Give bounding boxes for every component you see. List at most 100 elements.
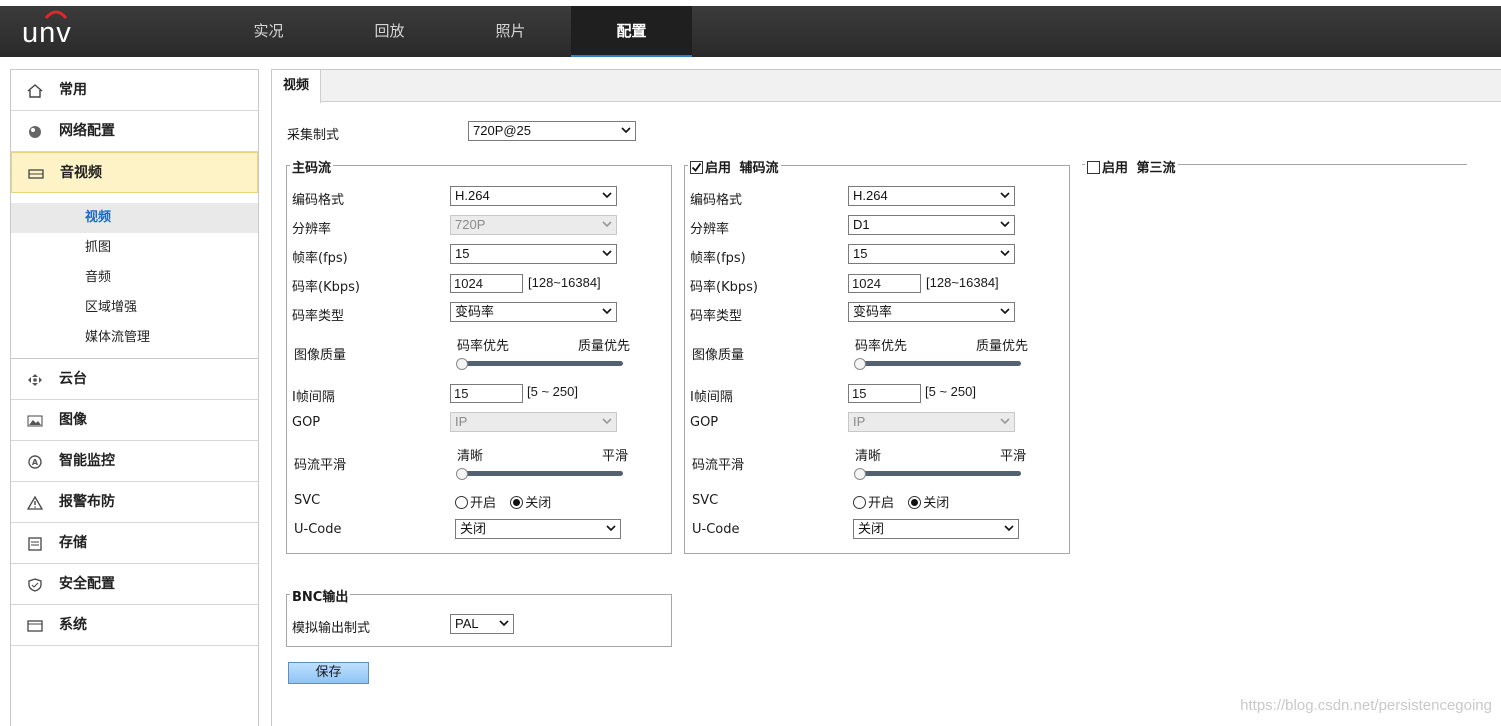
main-ucode-value: 关闭 xyxy=(460,521,487,536)
main-fps-value: 15 xyxy=(455,246,470,261)
sub-ucode-label: U-Code xyxy=(692,522,740,537)
sub-smooth-right-label: 平滑 xyxy=(1000,449,1027,464)
content-panel: 视频 采集制式 720P@25 主码流 编码格式 H.264 分辨率 720P … xyxy=(271,69,1501,726)
main-iframe-label: I帧间隔 xyxy=(292,390,335,405)
warning-icon xyxy=(27,496,43,510)
main-svc-off-radio[interactable] xyxy=(510,496,524,509)
tab-video[interactable]: 视频 xyxy=(272,70,321,103)
sub-gop-select[interactable]: IP xyxy=(848,412,1015,432)
main-codec-select[interactable]: H.264 xyxy=(450,186,617,206)
save-button[interactable]: 保存 xyxy=(288,662,369,684)
top-bar: unv 实况 回放 照片 配置 xyxy=(0,6,1501,57)
sub-stream-enable-checkbox[interactable] xyxy=(690,161,703,174)
main-svc-label: SVC xyxy=(294,493,321,508)
capture-mode-select[interactable]: 720P@25 xyxy=(468,121,636,141)
sub-fps-label: 帧率(fps) xyxy=(690,251,746,266)
sub-quality-left-label: 码率优先 xyxy=(855,339,908,354)
sidebar-subitem-snapshot[interactable]: 抓图 xyxy=(11,233,258,263)
main-fps-select[interactable]: 15 xyxy=(450,244,617,264)
sub-iframe-input[interactable]: 15 xyxy=(848,384,921,403)
sub-fps-select[interactable]: 15 xyxy=(848,244,1015,264)
nav-tab-live[interactable]: 实况 xyxy=(208,6,329,57)
sidebar-item-common[interactable]: 常用 xyxy=(11,70,258,111)
sub-smooth-slider[interactable] xyxy=(857,471,1021,476)
sidebar-item-audio-video[interactable]: 音视频 xyxy=(11,152,258,193)
sub-iframe-label: I帧间隔 xyxy=(690,390,733,405)
main-gop-select[interactable]: IP xyxy=(450,412,617,432)
sub-bitrate-hint: [128~16384] xyxy=(926,275,999,290)
main-smooth-slider-handle[interactable] xyxy=(456,468,468,480)
main-bitrate-hint: [128~16384] xyxy=(528,275,601,290)
sub-svc-off-radio[interactable] xyxy=(908,496,922,509)
main-resolution-select[interactable]: 720P xyxy=(450,215,617,235)
sidebar-item-ptz[interactable]: 云台 xyxy=(11,359,258,400)
sub-svc-on-radio[interactable] xyxy=(853,496,866,509)
main-quality-label: 图像质量 xyxy=(294,348,347,363)
sub-codec-select[interactable]: H.264 xyxy=(848,186,1015,206)
sub-fps-value: 15 xyxy=(853,246,868,261)
sub-resolution-select[interactable]: D1 xyxy=(848,215,1015,235)
chevron-down-icon xyxy=(606,525,616,532)
chevron-down-icon xyxy=(602,192,612,199)
sidebar-subitem-audio[interactable]: 音频 xyxy=(11,263,258,293)
sub-smooth-slider-handle[interactable] xyxy=(854,468,866,480)
main-quality-slider[interactable] xyxy=(459,361,623,366)
chevron-down-icon xyxy=(602,250,612,257)
main-codec-value: H.264 xyxy=(455,188,490,203)
sidebar-item-image[interactable]: 图像 xyxy=(11,400,258,441)
third-stream-enable-label: 启用 xyxy=(1102,161,1129,176)
main-bitrate-type-label: 码率类型 xyxy=(292,309,345,324)
sidebar-subitem-video[interactable]: 视频 xyxy=(11,203,258,233)
sub-stream-title: 辅码流 xyxy=(739,161,779,176)
svg-text:A: A xyxy=(32,458,39,467)
chevron-down-icon xyxy=(602,418,612,425)
main-stream-legend: 主码流 xyxy=(290,157,334,176)
bnc-mode-label: 模拟输出制式 xyxy=(292,621,371,636)
sub-resolution-value: D1 xyxy=(853,217,870,232)
sub-svc-radio-group: 开启 关闭 xyxy=(853,492,949,511)
third-stream-enable-checkbox[interactable] xyxy=(1087,161,1100,174)
video-icon xyxy=(28,169,44,179)
chevron-down-icon xyxy=(602,221,612,228)
main-smooth-right-label: 平滑 xyxy=(602,449,629,464)
sidebar-item-network[interactable]: 网络配置 xyxy=(11,111,258,152)
main-gop-label: GOP xyxy=(292,415,321,430)
main-smooth-left-label: 清晰 xyxy=(457,449,484,464)
sidebar-item-smart[interactable]: A 智能监控 xyxy=(11,441,258,482)
sub-quality-slider-handle[interactable] xyxy=(854,358,866,370)
chevron-down-icon xyxy=(499,620,509,627)
third-stream-legend: 启用 第三流 xyxy=(1085,157,1178,176)
system-icon xyxy=(27,620,43,632)
main-codec-label: 编码格式 xyxy=(292,193,345,208)
main-bitrate-type-select[interactable]: 变码率 xyxy=(450,302,617,322)
sidebar-submenu: 视频 抓图 音频 区域增强 媒体流管理 xyxy=(11,193,258,359)
sub-ucode-select[interactable]: 关闭 xyxy=(853,519,1019,539)
sub-bitrate-input[interactable]: 1024 xyxy=(848,274,921,293)
sidebar-subitem-roi[interactable]: 区域增强 xyxy=(11,293,258,323)
nav-tab-photo[interactable]: 照片 xyxy=(450,6,571,57)
sidebar-item-alarm[interactable]: 报警布防 xyxy=(11,482,258,523)
sidebar-item-label: 常用 xyxy=(59,82,87,98)
smart-icon: A xyxy=(28,455,42,469)
capture-mode-label: 采集制式 xyxy=(287,128,340,143)
sidebar-subitem-stream[interactable]: 媒体流管理 xyxy=(11,323,258,353)
sidebar-item-storage[interactable]: 存储 xyxy=(11,523,258,564)
image-icon xyxy=(27,415,43,427)
nav-tab-config[interactable]: 配置 xyxy=(571,6,692,57)
main-svc-on-radio[interactable] xyxy=(455,496,468,509)
bnc-mode-select[interactable]: PAL xyxy=(450,614,514,634)
main-smooth-slider[interactable] xyxy=(459,471,623,476)
sub-svc-label: SVC xyxy=(692,493,719,508)
chevron-down-icon xyxy=(1000,221,1010,228)
sidebar-item-security[interactable]: 安全配置 xyxy=(11,564,258,605)
sub-stream-enable-label: 启用 xyxy=(705,161,732,176)
main-bitrate-input[interactable]: 1024 xyxy=(450,274,523,293)
main-ucode-select[interactable]: 关闭 xyxy=(455,519,621,539)
main-iframe-input[interactable]: 15 xyxy=(450,384,523,403)
nav-tab-playback[interactable]: 回放 xyxy=(329,6,450,57)
sidebar-item-system[interactable]: 系统 xyxy=(11,605,258,646)
sub-bitrate-type-select[interactable]: 变码率 xyxy=(848,302,1015,322)
sub-quality-slider[interactable] xyxy=(857,361,1021,366)
sidebar-item-label: 云台 xyxy=(59,371,87,387)
main-quality-slider-handle[interactable] xyxy=(456,358,468,370)
